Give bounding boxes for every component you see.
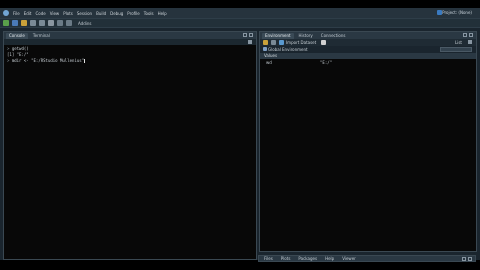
list-view-button[interactable]: List (455, 40, 462, 45)
import-dataset-icon[interactable] (279, 40, 284, 45)
variable-value: "E:/" (320, 60, 333, 65)
refresh-icon[interactable] (468, 40, 472, 44)
environment-selector[interactable]: Global Environment (268, 47, 308, 52)
save-workspace-icon[interactable] (271, 40, 276, 45)
minimize-icon[interactable] (463, 33, 467, 37)
menu-debug[interactable]: Debug (110, 11, 123, 16)
new-project-icon[interactable] (12, 20, 18, 26)
clear-console-icon[interactable] (248, 40, 252, 44)
environment-toolbar: Import Dataset List (260, 39, 476, 46)
open-file-icon[interactable] (21, 20, 27, 26)
menu-help[interactable]: Help (158, 11, 167, 16)
maximize-icon[interactable] (468, 257, 472, 261)
environment-search-input[interactable] (440, 47, 472, 52)
pane-controls (241, 33, 253, 37)
menu-plots[interactable]: Plots (63, 11, 73, 16)
main-toolbar: Addins (0, 18, 480, 28)
variable-name: wd (266, 60, 272, 65)
console-output[interactable]: > getwd() [1] "E:/" > mdir <- "E:/RStudi… (7, 46, 253, 256)
save-icon[interactable] (30, 20, 36, 26)
minimize-icon[interactable] (243, 33, 247, 37)
addins-menu[interactable]: Addins (78, 21, 91, 26)
menu-profile[interactable]: Profile (127, 11, 139, 16)
rstudio-window: File Edit Code View Plots Session Build … (0, 8, 480, 262)
new-file-icon[interactable] (3, 20, 9, 26)
project-menu[interactable]: Project: (None) (442, 10, 472, 15)
save-all-icon[interactable] (39, 20, 45, 26)
menu-edit[interactable]: Edit (24, 11, 32, 16)
maximize-icon[interactable] (469, 33, 473, 37)
text-cursor (84, 59, 86, 63)
environment-selector-bar: Global Environment (260, 46, 476, 53)
tab-plots[interactable]: Plots (278, 256, 294, 262)
console-pane: Console Terminal > getwd() [1] "E:/" > m… (3, 31, 257, 260)
grid-icon[interactable] (66, 20, 72, 26)
tab-packages[interactable]: Packages (295, 256, 320, 262)
menubar: File Edit Code View Plots Session Build … (0, 8, 480, 18)
variable-row[interactable]: wd "E:/" (260, 60, 476, 66)
pane-controls (461, 33, 473, 37)
menu-file[interactable]: File (13, 11, 20, 16)
menu-session[interactable]: Session (77, 11, 92, 16)
maximize-icon[interactable] (249, 33, 253, 37)
environment-icon (263, 47, 267, 51)
files-pane-tabbar: Files Plots Packages Help Viewer (258, 255, 476, 262)
tab-help[interactable]: Help (322, 256, 337, 262)
go-to-file-icon[interactable] (57, 20, 63, 26)
console-line: > mdir <- "E:/RStudio Mullenius" (7, 58, 86, 63)
menu-build[interactable]: Build (96, 11, 106, 16)
rstudio-logo-icon (3, 10, 9, 16)
tab-files[interactable]: Files (261, 256, 276, 262)
broom-icon[interactable] (321, 40, 327, 45)
console-path-bar (4, 39, 256, 45)
import-dataset-button[interactable]: Import Dataset (286, 40, 316, 45)
environment-tabbar: Environment History Connections (260, 32, 476, 39)
pane-controls (460, 257, 472, 261)
menu-view[interactable]: View (50, 11, 60, 16)
values-section-header: Values (260, 53, 476, 59)
minimize-icon[interactable] (462, 257, 466, 261)
console-tabbar: Console Terminal (4, 32, 256, 39)
print-icon[interactable] (48, 20, 54, 26)
menu-tools[interactable]: Tools (144, 11, 154, 16)
menu-code[interactable]: Code (35, 11, 45, 16)
open-workspace-icon[interactable] (263, 40, 268, 45)
tab-viewer[interactable]: Viewer (339, 256, 359, 262)
environment-pane: Environment History Connections Import D… (259, 31, 477, 252)
